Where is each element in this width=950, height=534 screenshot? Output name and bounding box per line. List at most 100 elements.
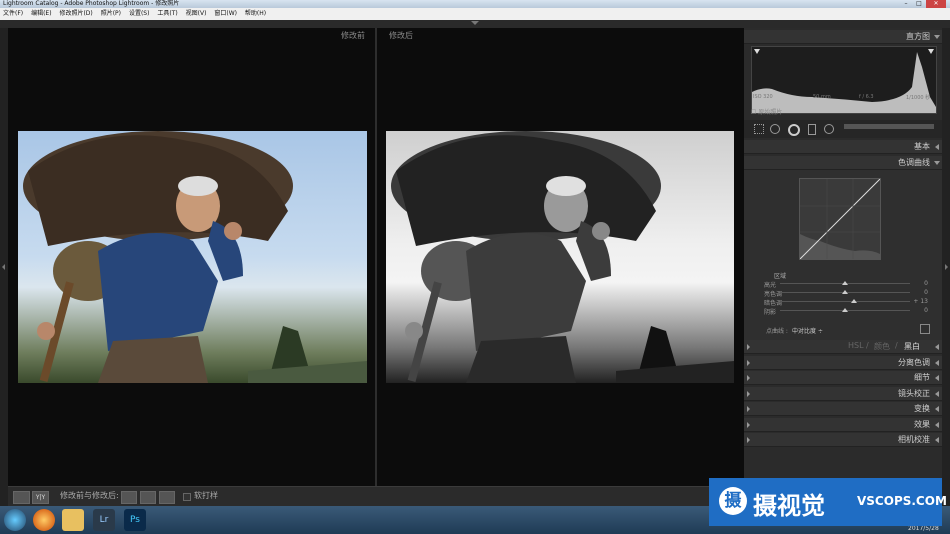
expand-arrow-icon <box>934 35 940 39</box>
darks-knob[interactable] <box>851 299 857 303</box>
before-label: 修改前 <box>341 31 365 40</box>
expand-arrow-icon <box>935 375 939 381</box>
expand-arrow-icon <box>935 391 939 397</box>
iso-value: ISO 320 <box>753 94 773 100</box>
browser-icon[interactable] <box>33 509 55 531</box>
histogram-graph <box>752 49 936 113</box>
hsl-tab[interactable]: HSL <box>848 341 864 350</box>
hsl-panel-header[interactable]: HSL / 颜色 / 黑白 <box>744 340 942 354</box>
lights-label: 亮色调 <box>764 291 783 298</box>
softproof-label: 软打样 <box>194 491 218 500</box>
explorer-icon[interactable] <box>62 509 84 531</box>
panel-switch-icon <box>747 406 750 412</box>
softproof-checkbox[interactable] <box>183 493 191 501</box>
region-label: 区域 <box>774 273 787 280</box>
before-photo[interactable] <box>18 131 367 383</box>
transform-header[interactable]: 变换 <box>744 402 942 416</box>
point-curve-label: 点曲线 : <box>766 328 788 335</box>
highlights-slider[interactable]: 高光 0 <box>752 280 938 289</box>
panel-switch-icon <box>747 422 750 428</box>
swap-before-after-button[interactable] <box>159 491 175 504</box>
shadows-knob[interactable] <box>842 308 848 312</box>
minimize-button[interactable]: – <box>900 0 912 8</box>
top-panel-toggle[interactable] <box>0 20 950 28</box>
darks-slider[interactable]: 暗色调 + 13 <box>752 298 938 307</box>
tone-curve-plot <box>799 178 881 260</box>
menu-view[interactable]: 视图(V) <box>186 10 207 17</box>
brush-slider[interactable] <box>844 124 934 129</box>
menu-edit[interactable]: 编辑(E) <box>31 10 51 17</box>
watermark-logo: 摄 <box>719 487 747 515</box>
menu-help[interactable]: 帮助(H) <box>245 10 266 17</box>
transform-title: 变换 <box>914 404 930 413</box>
expand-arrow-icon <box>935 144 939 150</box>
crop-tool-icon[interactable] <box>754 124 764 134</box>
lens-correction-title: 镜头校正 <box>898 389 930 398</box>
copy-after-to-before-button[interactable] <box>140 491 156 504</box>
menu-photo[interactable]: 照片(P) <box>101 10 121 17</box>
left-panel-toggle[interactable] <box>0 28 8 506</box>
close-button[interactable]: ✕ <box>926 0 946 8</box>
histogram-header[interactable]: 直方图 <box>744 30 942 44</box>
darks-label: 暗色调 <box>764 300 783 307</box>
tone-curve-graph[interactable] <box>799 178 881 260</box>
start-button[interactable] <box>4 509 26 531</box>
split-toning-header[interactable]: 分离色调 <box>744 356 942 370</box>
darks-track[interactable] <box>780 301 910 302</box>
basic-panel-header[interactable]: 基本 <box>744 140 942 154</box>
taskbar-date: 2017/5/28 <box>908 525 939 532</box>
lights-slider[interactable]: 亮色调 0 <box>752 289 938 298</box>
edit-point-curve-icon[interactable] <box>920 324 930 334</box>
copy-before-to-after-button[interactable] <box>121 491 137 504</box>
menu-develop[interactable]: 修改照片(D) <box>59 10 92 17</box>
effects-header[interactable]: 效果 <box>744 418 942 432</box>
watermark-text: 摄视觉 <box>753 492 825 520</box>
right-panel-toggle[interactable] <box>942 28 950 506</box>
tone-curve-header[interactable]: 色调曲线 <box>744 156 942 170</box>
collapse-arrow-icon <box>471 21 479 25</box>
window-title: Lightroom Catalog - Adobe Photoshop Ligh… <box>3 0 180 7</box>
original-photo-checkbox[interactable]: ☐ 原始照片 <box>751 107 782 116</box>
point-curve-select[interactable]: 中对比度 ÷ <box>792 326 823 335</box>
shadows-slider[interactable]: 阴影 0 <box>752 307 938 316</box>
focal-length: 50 mm <box>813 94 831 100</box>
maximize-button[interactable]: □ <box>913 0 925 8</box>
loupe-view-button[interactable] <box>13 491 30 504</box>
photoshop-icon[interactable]: Ps <box>124 509 146 531</box>
shutter-speed: 1/1000 秒 <box>906 95 931 101</box>
split-toning-title: 分离色调 <box>898 358 930 367</box>
bw-tab[interactable]: 黑白 <box>904 341 920 352</box>
aperture: f / 6.3 <box>859 94 874 100</box>
before-after-view-button[interactable]: Y|Y <box>32 491 49 504</box>
highlights-knob[interactable] <box>842 281 848 285</box>
expand-arrow-icon <box>935 437 939 443</box>
bottom-toolbar: Y|Y 修改前与修改后: 软打样 <box>8 486 744 507</box>
right-arrow-icon <box>945 264 948 270</box>
menu-file[interactable]: 文件(F) <box>3 10 23 17</box>
red-eye-icon[interactable] <box>788 124 800 136</box>
color-tab[interactable]: 颜色 <box>874 341 890 352</box>
menu-settings[interactable]: 设置(S) <box>129 10 150 17</box>
shadows-label: 阴影 <box>764 309 777 316</box>
after-photo[interactable] <box>386 131 734 383</box>
window-titlebar: Lightroom Catalog - Adobe Photoshop Ligh… <box>0 0 950 8</box>
histogram <box>751 46 937 114</box>
menu-bar: 文件(F) 编辑(E) 修改照片(D) 照片(P) 设置(S) 工具(T) 视图… <box>0 8 950 20</box>
camera-calibration-header[interactable]: 相机校准 <box>744 433 942 447</box>
darks-value: + 13 <box>913 298 928 305</box>
expand-arrow-icon <box>935 344 939 350</box>
left-arrow-icon <box>2 264 5 270</box>
highlights-label: 高光 <box>764 282 777 289</box>
graduated-filter-icon[interactable] <box>808 124 816 135</box>
lightroom-icon[interactable]: Lr <box>93 509 115 531</box>
radial-filter-icon[interactable] <box>824 124 834 134</box>
spot-removal-icon[interactable] <box>770 124 780 134</box>
menu-window[interactable]: 窗口(W) <box>214 10 237 17</box>
lens-correction-header[interactable]: 镜头校正 <box>744 387 942 401</box>
panel-switch-icon <box>747 360 750 366</box>
lights-knob[interactable] <box>842 290 848 294</box>
detail-header[interactable]: 细节 <box>744 371 942 385</box>
after-photo-image <box>391 131 734 383</box>
basic-title: 基本 <box>914 142 930 151</box>
menu-tools[interactable]: 工具(T) <box>157 10 177 17</box>
